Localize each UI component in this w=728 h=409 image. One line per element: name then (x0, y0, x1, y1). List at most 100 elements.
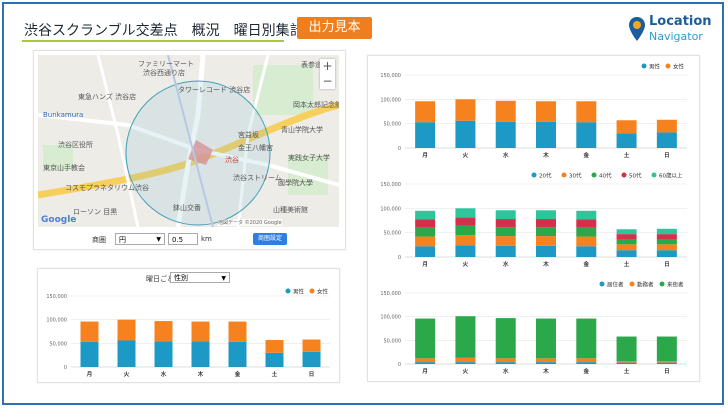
x-tick-label: 金 (583, 260, 590, 268)
y-tick-label: 100,000 (380, 315, 401, 321)
x-tick-label: 火 (463, 152, 469, 159)
google-logo: Google (41, 215, 77, 225)
bar-segment (415, 219, 436, 228)
bar-segment (415, 358, 436, 363)
x-tick-label: 土 (272, 370, 278, 378)
legend-label: 男性 (293, 288, 305, 296)
bar-segment (455, 357, 476, 363)
group-by-value: 性別 (174, 274, 188, 282)
bar-segment (576, 246, 597, 257)
legend-marker (599, 281, 605, 287)
bar-segment (656, 250, 677, 257)
x-tick-label: 土 (624, 367, 630, 375)
bar-segment (576, 227, 597, 237)
bar-segment (228, 341, 247, 367)
legend-marker (309, 288, 315, 294)
bar-segment (495, 210, 516, 220)
y-tick-label: 100,000 (380, 97, 401, 103)
bar-segment (415, 122, 436, 148)
legend-marker (591, 172, 597, 178)
bar-segment (455, 217, 476, 226)
legend-label: 来街者 (667, 281, 684, 289)
apply-range-button[interactable]: 商圏設定 (253, 233, 287, 245)
zoom-out-button[interactable]: − (320, 74, 335, 89)
bar-segment (616, 133, 637, 148)
x-tick-label: 水 (503, 367, 509, 375)
bar-segment (415, 101, 436, 123)
bar-segment (455, 316, 476, 358)
range-value-input[interactable]: 0.5 (168, 233, 198, 245)
bar-segment (656, 228, 677, 235)
x-tick-label: 土 (624, 260, 630, 268)
residence-chart: 来街者 勤務者 居住者 0 50,000 100,000 150,000 月 火 水 木 金 土 日 (380, 281, 687, 375)
bar-segment (616, 238, 637, 245)
bar-segment (228, 321, 247, 342)
map-label: 渋谷区役所 (58, 141, 93, 149)
legend-label: 60歳以上 (659, 172, 683, 180)
map-label: 國學院大學 (278, 179, 313, 187)
bar-segment (495, 318, 516, 359)
bar-segment (191, 341, 210, 367)
bar-segment (415, 318, 436, 359)
map-label: 東急ハンズ 渋谷店 (78, 93, 137, 101)
x-tick-label: 火 (463, 368, 469, 375)
map-view[interactable]: ファミリーマート 渋谷西通り店 表参道 東急ハンズ 渋谷店 Bunkamura … (38, 55, 339, 227)
legend-label: 女性 (317, 288, 329, 296)
bar-segment (536, 318, 556, 359)
x-tick-label: 木 (197, 370, 204, 378)
gender-chart-left: 女性 男性 0 50,000 100,000 150,000 月 火 水 木 金 土 日 (46, 288, 330, 378)
bar-segment (536, 219, 556, 228)
bar-segment (455, 235, 476, 246)
map-label: タワーレコード 渋谷店 (178, 86, 251, 94)
bar-segment (616, 336, 637, 362)
x-tick-label: 火 (463, 261, 469, 268)
range-shape-select[interactable]: 円 ▼ (115, 233, 165, 245)
bar-segment (616, 362, 637, 364)
x-tick-label: 水 (503, 151, 509, 159)
bar-segment (80, 341, 99, 367)
bar-segment (616, 361, 637, 363)
bar-segment (656, 132, 677, 148)
bar-segment (495, 245, 516, 257)
map-label: 東京山手教会 (43, 164, 85, 172)
x-tick-label: 月 (421, 260, 428, 268)
y-tick-label: 150,000 (380, 73, 401, 79)
x-tick-label: 金 (234, 370, 241, 378)
bar-segment (536, 210, 556, 220)
legend-marker (561, 172, 567, 178)
map-label: 表参道 (301, 61, 322, 69)
y-tick-label: 0 (398, 255, 401, 261)
zoom-in-button[interactable]: + (320, 59, 335, 74)
chevron-down-icon: ▼ (156, 236, 161, 243)
map-label: 実践女子大学 (288, 154, 330, 162)
bar-segment (656, 244, 677, 251)
y-tick-label: 0 (398, 362, 401, 368)
bar-segment (455, 362, 476, 364)
bar-segment (302, 339, 321, 352)
y-tick-label: 50,000 (384, 122, 402, 128)
bar-segment (536, 227, 556, 237)
bar-segment (495, 219, 516, 228)
bar-segment (576, 358, 597, 363)
bar-segment (656, 336, 677, 362)
legend-marker (531, 172, 537, 178)
bar-segment (117, 340, 136, 367)
group-by-select[interactable]: 性別 ▼ (170, 272, 230, 283)
x-tick-label: 土 (624, 151, 630, 159)
bar-segment (495, 236, 516, 246)
bar-segment (536, 358, 556, 363)
map-label: 金王八幡宮 (238, 144, 273, 152)
bar-segment (117, 319, 136, 341)
range-unit: km (201, 235, 212, 243)
map-attribution: 地図データ ©2020 Google (218, 219, 282, 226)
bar-segment (191, 321, 210, 342)
bar-segment (656, 362, 677, 364)
x-tick-label: 水 (503, 260, 509, 268)
y-tick-label: 100,000 (380, 206, 401, 212)
bar-segment (154, 321, 173, 342)
map-label: 渋谷ストリーム (233, 174, 282, 182)
y-tick-label: 150,000 (46, 294, 67, 300)
bar-segment (656, 361, 677, 363)
map-pin-icon (629, 17, 645, 41)
bar-segment (576, 219, 597, 228)
